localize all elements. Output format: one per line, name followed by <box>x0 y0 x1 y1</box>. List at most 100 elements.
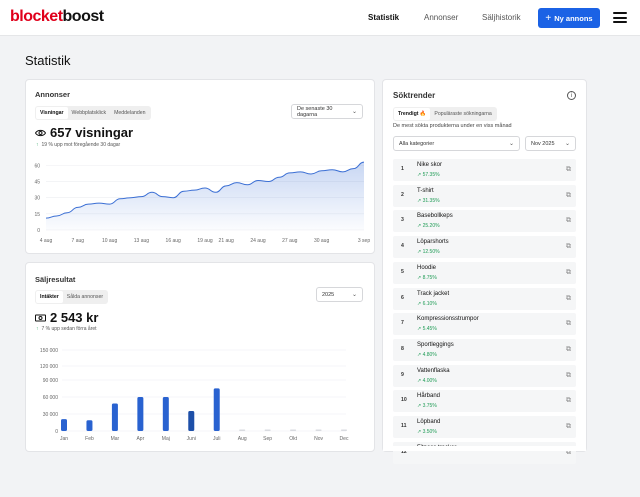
trend-item[interactable]: 5 Hoodie ↗ 8.75% ⧉ <box>393 261 576 284</box>
y-tick-label: 60 000 <box>43 395 59 401</box>
trend-pct: ↗ 25.20% <box>417 223 440 229</box>
trend-item[interactable]: 9 Vattenflaska ↗ 4.00% ⧉ <box>393 364 576 387</box>
bar <box>239 429 246 431</box>
y-tick-label: 0 <box>37 228 40 234</box>
trend-item[interactable]: 2 T-shirt ↗ 31.35% ⧉ <box>393 184 576 207</box>
external-link-icon[interactable]: ⧉ <box>566 372 571 380</box>
nav-annonser[interactable]: Annonser <box>424 13 458 22</box>
annonser-tabs: Visningar Webbplatsklick Meddelanden <box>35 106 151 120</box>
external-link-icon[interactable]: ⧉ <box>566 269 571 277</box>
views-change-text: 19 % upp mot föregående 30 dagar <box>41 142 121 148</box>
trend-rank: 9 <box>401 371 404 378</box>
tab-intakter[interactable]: Intäkter <box>36 291 63 303</box>
trend-pct-value: 4.00% <box>422 377 437 384</box>
trend-rank: 11 <box>401 423 407 429</box>
nav-saljhistorik[interactable]: Säljhistorik <box>482 13 521 22</box>
trend-item[interactable]: 6 Track jacket ↗ 6.10% ⧉ <box>393 287 576 310</box>
trend-item[interactable]: 1 Nike skor ↗ 57.35% ⧉ <box>393 159 576 181</box>
year-select[interactable]: 2025 ⌄ <box>316 287 363 302</box>
x-tick-label: Juli <box>213 436 221 442</box>
x-tick-label: Nov <box>314 436 323 442</box>
x-tick-label: 7 aug <box>72 238 85 244</box>
info-icon[interactable]: i <box>567 91 576 100</box>
arrow-up-right-icon: ↗ <box>417 300 422 307</box>
bar <box>137 396 144 431</box>
arrow-up-right-icon: ↗ <box>417 429 422 435</box>
x-tick-label: 13 aug <box>134 238 150 244</box>
trend-item[interactable]: 12Fitness tracker⧉ <box>393 441 576 464</box>
trend-name: Nike skor <box>417 162 443 168</box>
trend-rank: 7 <box>401 320 404 327</box>
period-select[interactable]: De senaste 30 dagarna ⌄ <box>291 104 363 119</box>
trend-rank: 10 <box>401 397 407 404</box>
external-link-icon[interactable]: ⧉ <box>566 192 571 200</box>
tab-meddelanden[interactable]: Meddelanden <box>110 107 149 119</box>
x-tick-label: Apr <box>136 436 144 442</box>
arrow-up-icon: ↑ <box>36 326 39 332</box>
y-tick-label: 30 000 <box>43 412 59 418</box>
trend-rank: 8 <box>401 345 404 352</box>
trend-name: Hårband <box>417 393 441 400</box>
external-link-icon[interactable]: ⧉ <box>566 166 571 174</box>
bar <box>188 411 195 431</box>
y-tick-label: 60 <box>34 163 40 169</box>
trend-item[interactable]: 8 Sportleggings ↗ 4.80% ⧉ <box>393 338 576 361</box>
trend-rank: 5 <box>401 268 404 275</box>
trend-pct-value: 3.50% <box>422 429 437 435</box>
x-tick-label: Juni <box>187 436 196 442</box>
nav-statistik[interactable]: Statistik <box>368 13 399 22</box>
tab-trendigt[interactable]: Trendigt 🔥 <box>394 108 431 120</box>
trend-item[interactable]: 3 Basebollkeps ↗ 25.20% ⧉ <box>393 210 576 233</box>
trend-item[interactable]: 7 Kompressionsstrumpor ↗ 5.45% ⧉ <box>393 313 576 336</box>
trend-item[interactable]: 10 Hårband ↗ 3.75% ⧉ <box>393 390 576 413</box>
arrow-up-right-icon: ↗ <box>417 223 422 230</box>
plus-icon: + <box>545 12 552 24</box>
category-select[interactable]: Alla kategorier ⌄ <box>393 136 520 151</box>
external-link-icon[interactable]: ⧉ <box>566 346 571 354</box>
y-tick-label: 30 <box>34 196 40 202</box>
trend-pct-value: 57.35% <box>422 172 440 178</box>
revenue-change: ↑ 7 % upp sedan förra året <box>36 326 97 332</box>
arrow-up-right-icon: ↗ <box>417 403 422 410</box>
bar <box>315 429 322 431</box>
trend-pct: ↗ 12.50% <box>417 249 440 255</box>
trend-pct: ↗ 8.75% <box>417 275 437 281</box>
trend-pct-value: 5.45% <box>422 326 437 333</box>
trend-pct: ↗ 57.35% <box>417 172 440 178</box>
y-tick-label: 45 <box>34 180 40 186</box>
revenue-change-text: 7 % upp sedan förra året <box>41 326 97 332</box>
x-tick-label: Feb <box>85 436 94 442</box>
new-ad-button[interactable]: + Ny annons <box>538 8 600 28</box>
trend-pct: ↗ 3.75% <box>417 403 437 409</box>
bar <box>162 396 169 431</box>
external-link-icon[interactable]: ⧉ <box>566 295 571 303</box>
views-total-value: 657 visningar <box>50 125 134 140</box>
x-tick-label: 4 aug <box>40 238 53 244</box>
tab-visningar[interactable]: Visningar <box>36 107 68 119</box>
views-change: ↑ 19 % upp mot föregående 30 dagar <box>36 142 120 148</box>
trend-pct: ↗ 5.45% <box>417 326 437 332</box>
trend-item[interactable]: 4 Löparshorts ↗ 12.50% ⧉ <box>393 236 576 259</box>
arrow-up-icon: ↑ <box>36 142 39 148</box>
external-link-icon[interactable]: ⧉ <box>566 243 571 251</box>
chevron-down-icon: ⌄ <box>351 292 357 298</box>
external-link-icon[interactable]: ⧉ <box>566 320 571 328</box>
trend-pct-value: 4.80% <box>422 351 437 358</box>
trend-pct-value: 8.75% <box>422 274 437 281</box>
external-link-icon[interactable]: ⧉ <box>566 423 571 431</box>
logo[interactable]: blocketboost <box>10 8 104 26</box>
tab-webbplatsklick[interactable]: Webbplatsklick <box>68 107 111 119</box>
x-tick-label: 21 aug <box>219 238 235 244</box>
views-total: 657 visningar <box>35 125 133 140</box>
external-link-icon[interactable]: ⧉ <box>566 397 571 405</box>
tab-salda-annonser[interactable]: Sålda annonser <box>63 291 107 303</box>
month-select[interactable]: Nov 2025 ⌄ <box>525 136 576 151</box>
arrow-up-right-icon: ↗ <box>417 172 422 178</box>
external-link-icon[interactable]: ⧉ <box>566 217 571 225</box>
menu-icon[interactable] <box>613 12 627 23</box>
bar <box>341 429 347 431</box>
arrow-up-right-icon: ↗ <box>417 351 422 358</box>
trend-name: Kompressionsstrumpor <box>417 316 479 323</box>
tab-popularaste[interactable]: Populäraste sökningarna <box>430 108 495 120</box>
trend-item[interactable]: 11 Löpband ↗ 3.50% ⧉ <box>393 416 576 438</box>
